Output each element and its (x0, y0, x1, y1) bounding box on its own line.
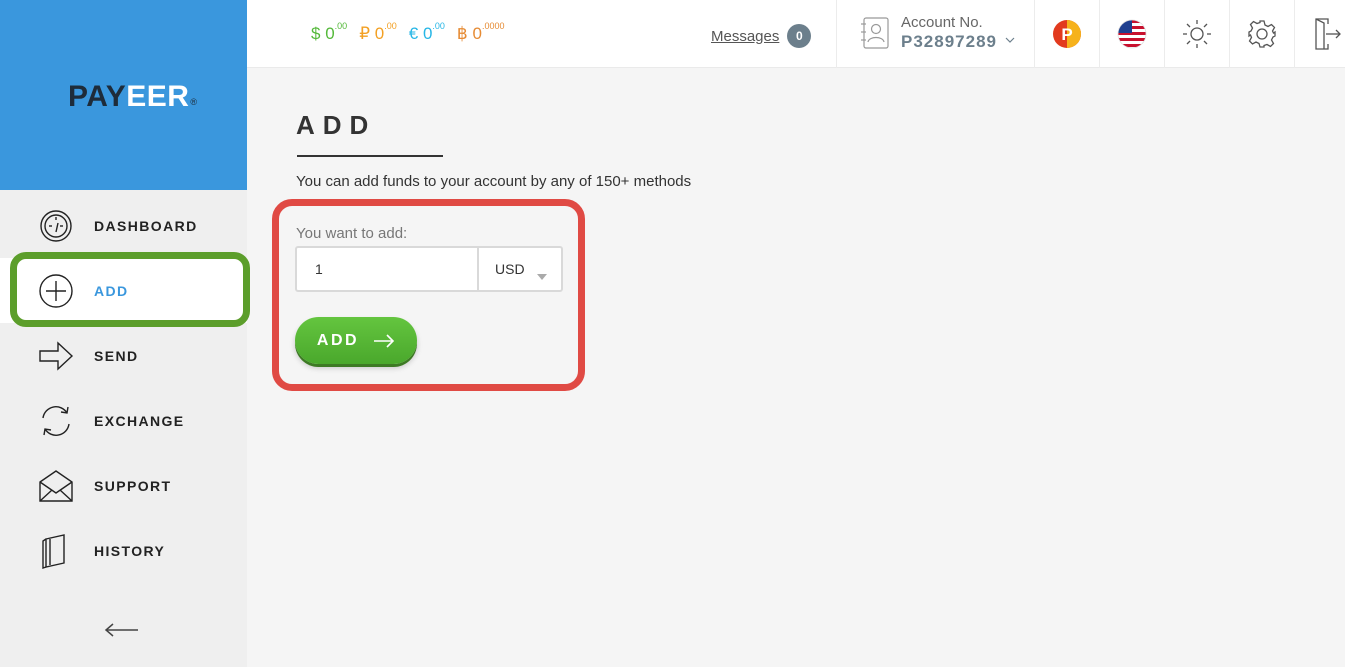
sidebar: PAYEER® DASHBOARD ADD SEND EXCHANGE SUPP… (0, 0, 250, 667)
account-number: P32897289 (901, 32, 997, 51)
page-title: ADD (296, 110, 377, 140)
title-underline (297, 155, 443, 157)
messages-link[interactable]: Messages (711, 28, 779, 45)
payeer-logo[interactable]: PAYEER® (68, 80, 198, 114)
sidebar-item-send[interactable]: SEND (0, 323, 247, 388)
chevron-down-icon (1005, 30, 1015, 43)
add-button[interactable]: ADD (295, 317, 417, 364)
contact-card-icon (859, 16, 891, 50)
amount-label: You want to add: (296, 225, 408, 242)
balances: $ 0.00 ₽ 0.00 € 0.00 ฿ 0.0000 (311, 21, 505, 44)
arrow-left-icon[interactable] (104, 620, 140, 640)
account-menu[interactable]: Account No. P32897289 (859, 14, 1015, 52)
exchange-arrows-icon (38, 403, 74, 439)
account-label: Account No. (901, 14, 983, 31)
logo-area: PAYEER® (0, 0, 247, 190)
sidebar-item-label: ADD (94, 282, 129, 299)
balance-usd[interactable]: $ 0.00 (311, 21, 347, 44)
divider (1294, 0, 1295, 68)
caret-down-icon (537, 267, 547, 280)
sidebar-nav: DASHBOARD ADD SEND EXCHANGE SUPPORT HIST… (0, 193, 247, 583)
divider (1229, 0, 1230, 68)
arrow-right-icon (373, 333, 395, 348)
add-button-label: ADD (316, 331, 360, 349)
plus-circle-icon (38, 273, 74, 309)
currency-select[interactable]: USD (477, 248, 561, 290)
balance-rub[interactable]: ₽ 0.00 (359, 21, 397, 44)
sun-brightness-icon[interactable] (1181, 18, 1213, 50)
us-flag-icon[interactable] (1116, 18, 1148, 50)
divider (1164, 0, 1165, 68)
amount-field-group: USD (295, 246, 563, 292)
messages-count-badge[interactable]: 0 (787, 24, 812, 48)
sidebar-item-label: SEND (94, 347, 139, 364)
sidebar-item-label: HISTORY (94, 542, 166, 559)
divider (836, 0, 837, 68)
amount-input[interactable] (297, 248, 477, 290)
balance-btc[interactable]: ฿ 0.0000 (457, 21, 505, 44)
messages: Messages 0 (711, 24, 812, 48)
page-subtitle: You can add funds to your account by any… (296, 173, 692, 190)
top-bar: $ 0.00 ₽ 0.00 € 0.00 ฿ 0.0000 Messages 0… (247, 0, 1345, 68)
sidebar-item-exchange[interactable]: EXCHANGE (0, 388, 247, 453)
currency-value: USD (495, 261, 525, 277)
envelope-icon (38, 468, 74, 504)
logout-door-icon[interactable] (1311, 18, 1343, 50)
divider (1034, 0, 1035, 68)
sidebar-item-label: EXCHANGE (94, 412, 185, 429)
sidebar-item-label: SUPPORT (94, 477, 172, 494)
sidebar-item-label: DASHBOARD (94, 217, 198, 234)
gear-icon[interactable] (1246, 18, 1278, 50)
balance-eur[interactable]: € 0.00 (409, 21, 445, 44)
arrow-right-outline-icon (38, 338, 74, 374)
dashboard-gauge-icon (38, 208, 74, 244)
svg-text:P: P (1061, 25, 1072, 44)
sidebar-item-dashboard[interactable]: DASHBOARD (0, 193, 247, 258)
sidebar-item-add[interactable]: ADD (0, 258, 247, 323)
payeer-p-icon[interactable]: P (1051, 18, 1083, 50)
sidebar-item-history[interactable]: HISTORY (0, 518, 247, 583)
book-icon (38, 533, 74, 569)
main-content: ADD You can add funds to your account by… (247, 68, 1345, 667)
sidebar-item-support[interactable]: SUPPORT (0, 453, 247, 518)
divider (1099, 0, 1100, 68)
